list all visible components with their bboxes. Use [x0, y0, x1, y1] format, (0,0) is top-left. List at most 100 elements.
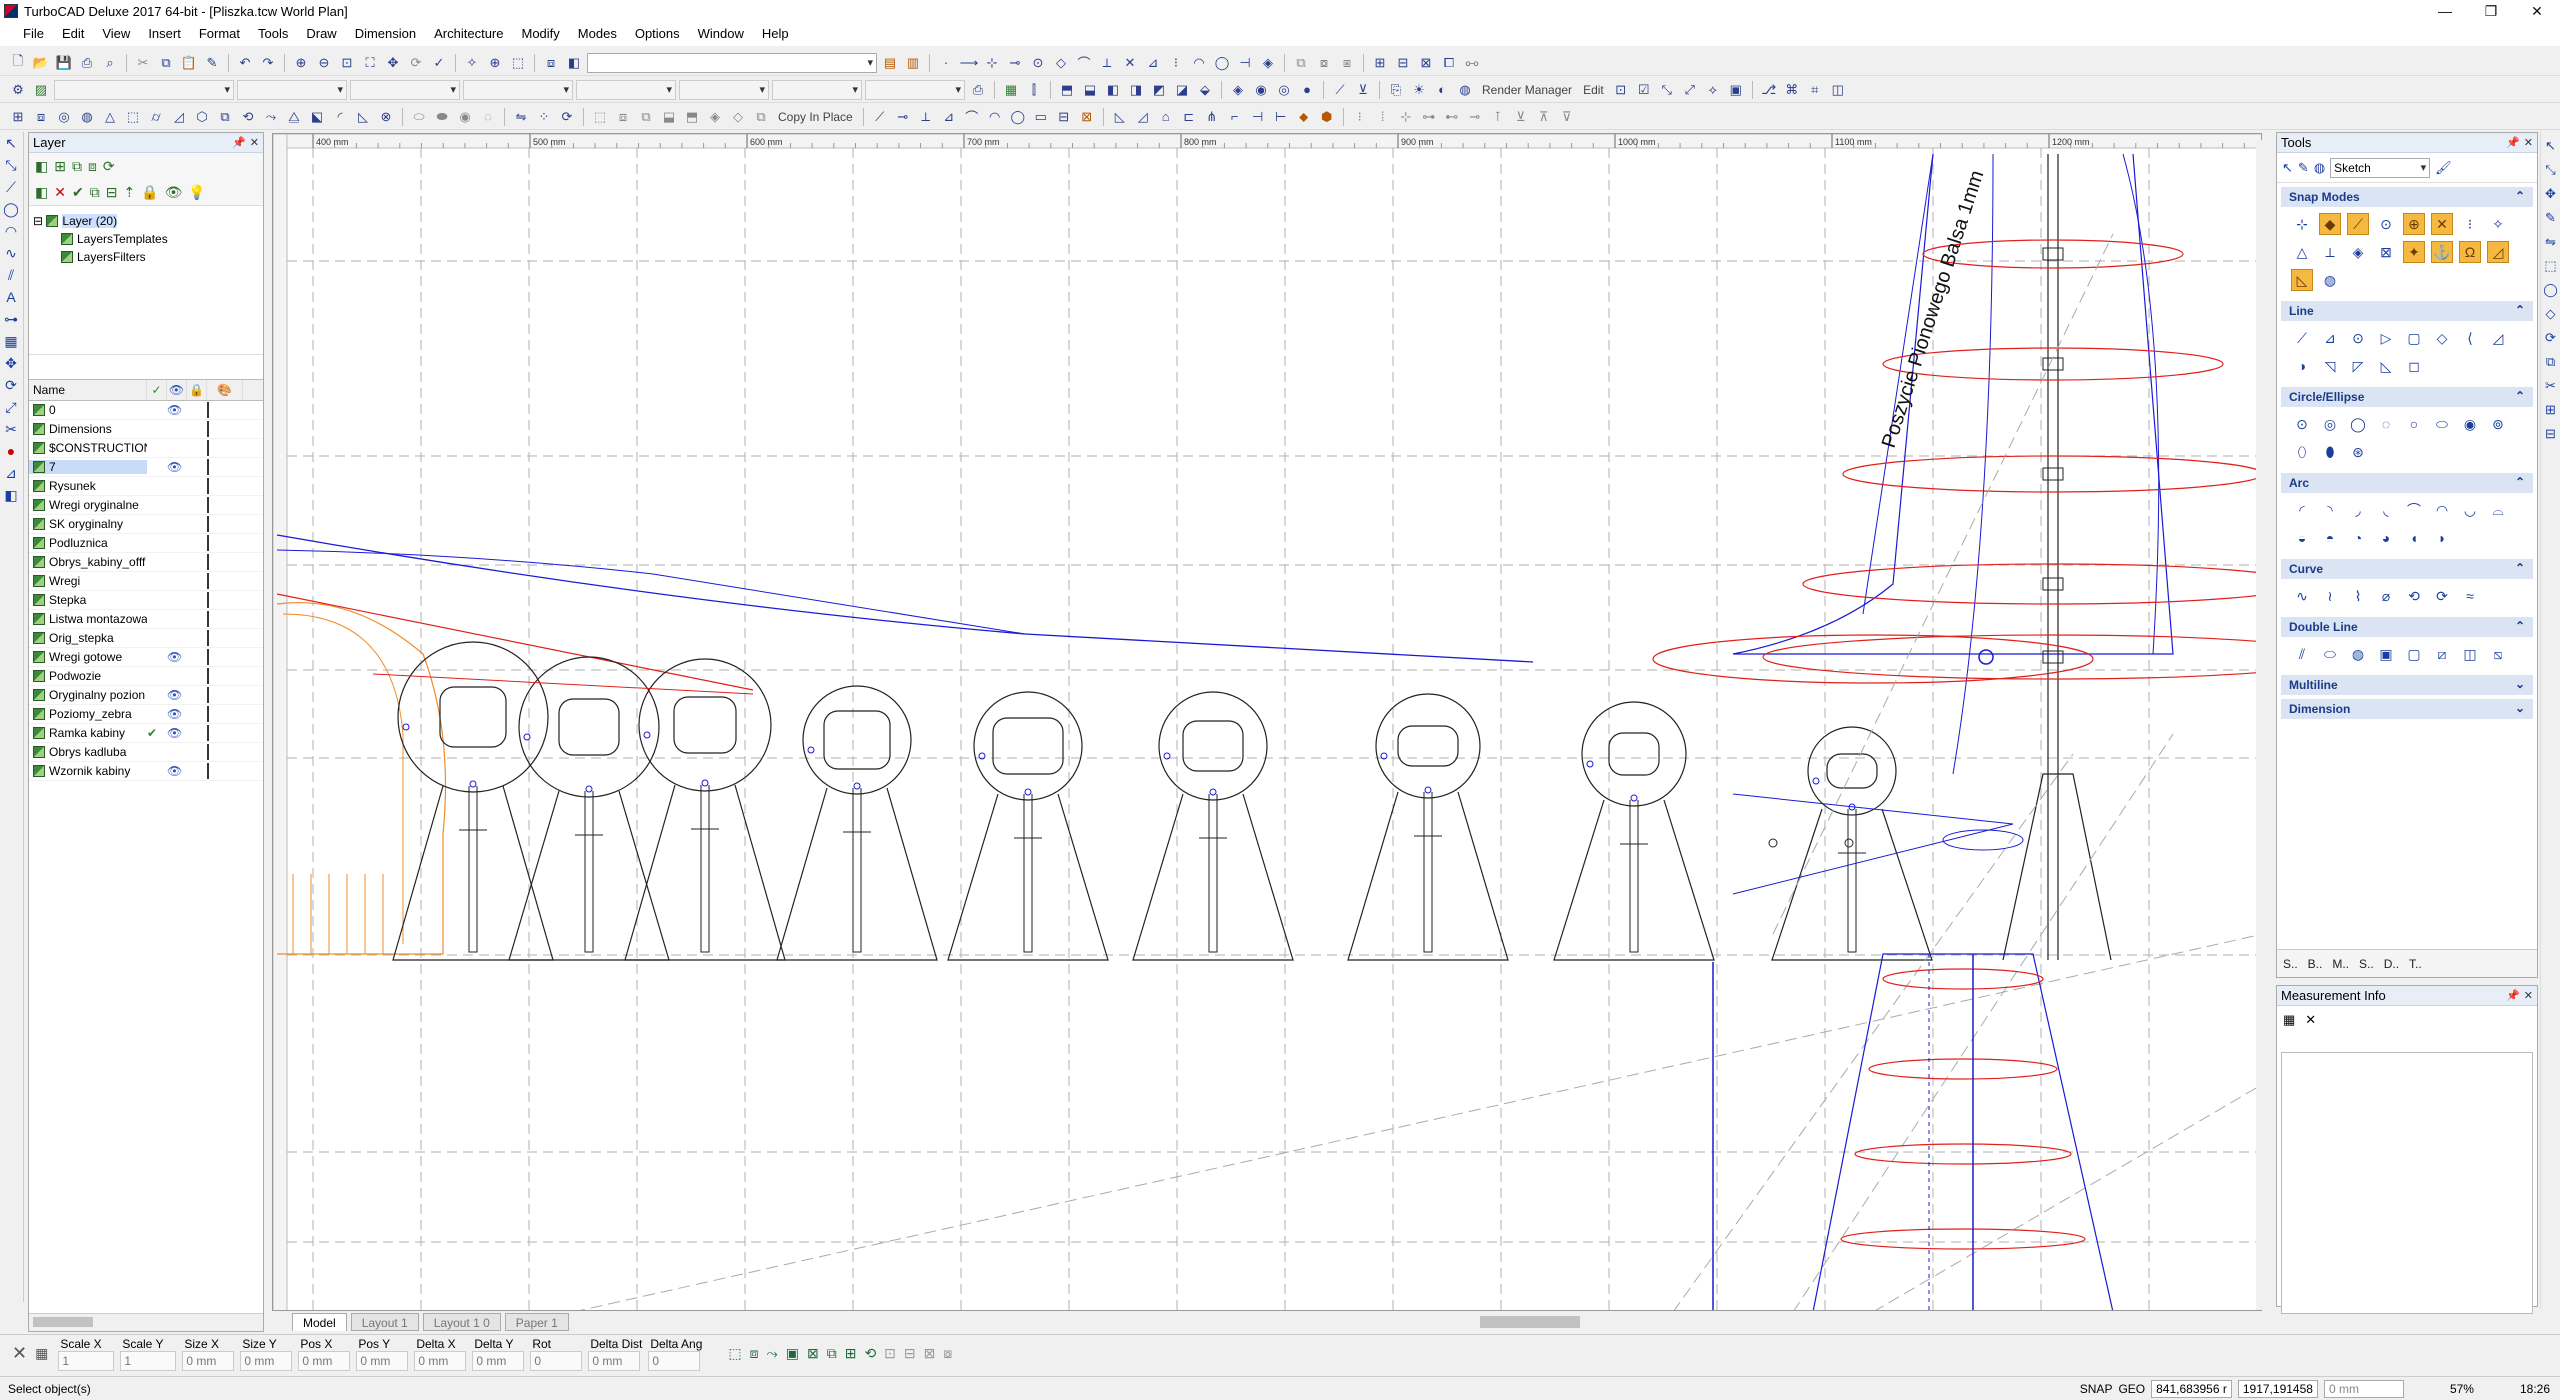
menu-modes[interactable]: Modes	[569, 22, 626, 46]
field-input[interactable]: 1	[120, 1351, 177, 1371]
copy-in-place-icon[interactable]: ⧉	[751, 107, 771, 127]
inspector-grid-icon[interactable]: ▦	[35, 1345, 48, 1362]
print-icon[interactable]: ⎙	[77, 53, 97, 73]
workplane-b-icon[interactable]: ⊻	[1353, 80, 1373, 100]
view-iso-icon[interactable]: ⬙	[1195, 80, 1215, 100]
eye-icon[interactable]: 👁	[167, 726, 187, 740]
tools-bottom-tab[interactable]: S..	[2359, 957, 2374, 971]
render-c-icon[interactable]: ◎	[1274, 80, 1294, 100]
layer-set-icon[interactable]: ⧈	[88, 158, 97, 175]
solid-a-icon[interactable]: ⬭	[409, 107, 429, 127]
tool-icon[interactable]: ◫	[2459, 643, 2481, 665]
tool-icon[interactable]: Ω	[2459, 241, 2481, 263]
layer-row[interactable]: Wzornik kabiny 👁	[29, 762, 263, 781]
render-manager-icon[interactable]: ◍	[1455, 80, 1475, 100]
dim-i-icon[interactable]: ⊼	[1534, 107, 1554, 127]
pan-icon[interactable]: ✥	[383, 53, 403, 73]
layer-copy-icon[interactable]: ⧉	[72, 158, 82, 175]
tool-icon[interactable]: ⧄	[2431, 643, 2453, 665]
tool-f-icon[interactable]: ⊡	[1611, 80, 1631, 100]
revolve-icon[interactable]: ⟲	[238, 107, 258, 127]
tool-icon[interactable]: ⊿	[2319, 327, 2341, 349]
target-icon[interactable]: ⊕	[485, 53, 505, 73]
panel-close-icon[interactable]: ✕	[2524, 136, 2533, 149]
box-icon[interactable]: ⬚	[123, 107, 143, 127]
snap-end-icon[interactable]: ⊣	[1235, 53, 1255, 73]
prism-icon[interactable]: ⬡	[192, 107, 212, 127]
strip-scale-icon[interactable]: ⤡	[2545, 162, 2555, 178]
tool-e-icon[interactable]: ⧟	[1462, 53, 1482, 73]
grid-icon[interactable]: ▦	[2283, 1012, 2295, 1028]
strip-arrow-icon[interactable]: ↖	[2545, 138, 2556, 154]
col-name[interactable]: Name	[29, 380, 147, 400]
tool-icon[interactable]: ⬭	[2319, 643, 2341, 665]
tool-icon[interactable]: ◌	[2375, 413, 2397, 435]
layer-color-swatch[interactable]	[207, 459, 209, 475]
tool-icon[interactable]: ◍	[2347, 643, 2369, 665]
layer-row[interactable]: Podluznica	[29, 534, 263, 553]
field-input[interactable]: 0 mm	[240, 1351, 293, 1371]
image-icon[interactable]: ▨	[31, 80, 51, 100]
edit-b-icon[interactable]: ⧈	[613, 107, 633, 127]
tool-icon[interactable]: ◟	[2375, 499, 2397, 521]
tool-icon[interactable]: ◺	[2291, 269, 2313, 291]
field-input[interactable]: 0	[648, 1351, 701, 1371]
tool-icon[interactable]: ◻	[2403, 355, 2425, 377]
field-input[interactable]: 0	[530, 1351, 583, 1371]
ruler-icon[interactable]: ⫿	[1024, 80, 1044, 100]
new-layer-icon[interactable]: ◧	[35, 158, 48, 175]
inspector-close-icon[interactable]: ✕	[12, 1343, 27, 1364]
tool-h-icon[interactable]: ⤡	[1657, 80, 1677, 100]
dim-b-icon[interactable]: ⁞	[1373, 107, 1393, 127]
layer-c-icon[interactable]: ⧆	[1337, 53, 1357, 73]
layer-row[interactable]: Listwa montazowa	[29, 610, 263, 629]
layer-up-icon[interactable]: ⇡	[123, 184, 135, 201]
tool-icon[interactable]: ⚓	[2431, 241, 2453, 263]
layer-row[interactable]: Oryginalny pozion 👁	[29, 686, 263, 705]
strip-copy-icon[interactable]: ⧉	[2546, 354, 2555, 370]
strip-shape-icon[interactable]: ◇	[2546, 306, 2556, 322]
menu-file[interactable]: File	[14, 22, 53, 46]
layer-color-swatch[interactable]	[207, 440, 209, 456]
loft-icon[interactable]: ⧋	[284, 107, 304, 127]
tool-icon[interactable]: ◔	[2347, 527, 2369, 549]
drawing-canvas[interactable]: 400 mm 500 mm 600 mm 700 mm 800 mm 900 mm 1000…	[272, 133, 2262, 1311]
layer-apply-icon[interactable]: ✔	[72, 184, 84, 201]
insp-k-icon[interactable]: ⊠	[924, 1345, 936, 1362]
view-left-icon[interactable]: ◧	[1103, 80, 1123, 100]
pin-icon[interactable]: 📌	[232, 136, 246, 149]
section-header[interactable]: Snap Modes	[2281, 187, 2533, 207]
layer-new-icon[interactable]: ◧	[35, 184, 48, 201]
tool-icon[interactable]: ◓	[2319, 527, 2341, 549]
menu-help[interactable]: Help	[753, 22, 798, 46]
mode-combo[interactable]: Sketch	[2330, 157, 2431, 178]
strip-grid-icon[interactable]: ⊞	[2545, 402, 2556, 418]
tools-bottom-tab[interactable]: S..	[2283, 957, 2298, 971]
block-icon[interactable]: ⧈	[31, 107, 51, 127]
tool-icon[interactable]: ○	[2403, 413, 2425, 435]
col-color[interactable]: 🎨	[207, 380, 243, 400]
dim-d-icon[interactable]: ⊶	[1419, 107, 1439, 127]
dim-g-icon[interactable]: ⊺	[1488, 107, 1508, 127]
section-header[interactable]: Multiline	[2281, 675, 2533, 695]
render-manager-label[interactable]: Render Manager	[1478, 83, 1576, 97]
dimension-tool-icon[interactable]: ⊶	[0, 308, 22, 330]
panel-close-icon[interactable]: ✕	[250, 136, 259, 149]
snap-circle-icon[interactable]: ◯	[1212, 53, 1232, 73]
tool-icon[interactable]: ◑	[2291, 355, 2313, 377]
menu-format[interactable]: Format	[190, 22, 249, 46]
trim-tool-icon[interactable]: ✂	[0, 418, 22, 440]
layer-color-swatch[interactable]	[207, 592, 209, 608]
command-combo[interactable]	[587, 52, 877, 73]
mod-f-icon[interactable]: ◠	[985, 107, 1005, 127]
section-header[interactable]: Dimension	[2281, 699, 2533, 719]
tool-icon[interactable]: ◍	[2319, 269, 2341, 291]
tool-icon[interactable]: ⬮	[2319, 441, 2341, 463]
material-icon[interactable]: ◐	[1432, 80, 1452, 100]
tool-icon[interactable]: ◸	[2347, 355, 2369, 377]
mod-m-icon[interactable]: ⌂	[1156, 107, 1176, 127]
mod-k-icon[interactable]: ◺	[1110, 107, 1130, 127]
tool-icon[interactable]: ◺	[2375, 355, 2397, 377]
tool-icon[interactable]: ⊚	[2487, 413, 2509, 435]
layer-color-swatch[interactable]	[207, 402, 209, 418]
